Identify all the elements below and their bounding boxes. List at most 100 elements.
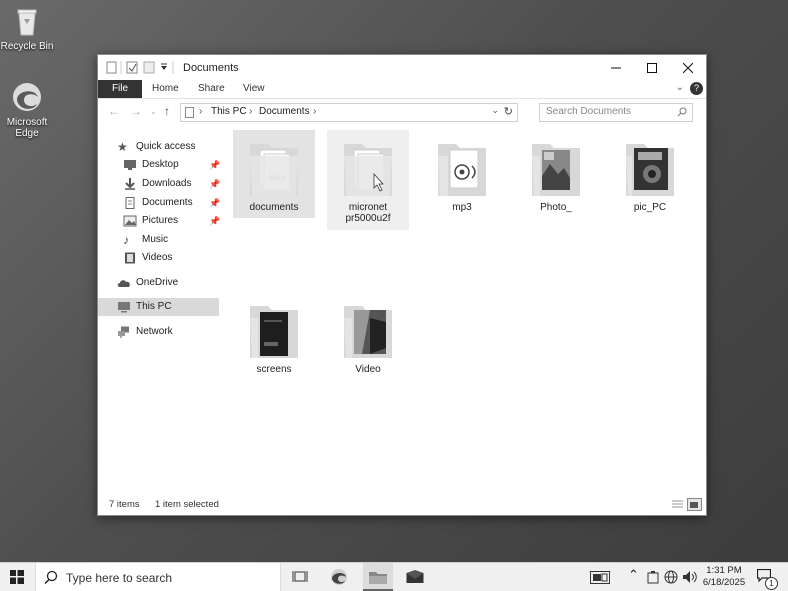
breadcrumb-documents[interactable]: Documents — [259, 106, 310, 117]
desktop-icon-edge[interactable]: Microsoft Edge — [0, 80, 57, 139]
expand-ribbon-icon[interactable]: ⌄ — [676, 82, 684, 93]
windows-start-icon[interactable] — [10, 570, 24, 584]
desktop-icon — [124, 160, 136, 170]
clock-time: 1:31 PM — [706, 565, 742, 576]
sidebar-item-pictures[interactable]: Pictures 📌 — [123, 212, 220, 230]
up-arrow-icon[interactable]: ↑ — [164, 104, 170, 118]
notification-count-badge: 1 — [765, 577, 778, 590]
address-dropdown-icon[interactable]: ⌄ — [491, 105, 499, 116]
sidebar-item-label: This PC — [136, 301, 172, 312]
cloud-icon — [117, 280, 130, 287]
minimize-button[interactable] — [598, 55, 634, 80]
star-icon: ★ — [117, 140, 128, 154]
large-icons-view-icon[interactable] — [687, 498, 702, 511]
notification-center-button[interactable]: 1 — [756, 568, 778, 590]
mail-icon[interactable] — [406, 570, 424, 584]
folder-item[interactable]: screens — [233, 292, 315, 380]
window-title: Documents — [183, 62, 239, 74]
folder-item[interactable]: Photo_ — [515, 130, 597, 218]
edge-icon — [13, 83, 41, 111]
meet-now-icon[interactable] — [590, 571, 610, 584]
status-bar: 7 items 1 item selected — [98, 495, 706, 515]
folder-name: screens — [256, 364, 292, 375]
folder-item[interactable]: Video — [327, 292, 409, 380]
item-count: 7 items — [109, 499, 140, 510]
document-icon — [125, 197, 135, 209]
file-explorer-taskbar-button[interactable] — [363, 563, 393, 591]
taskbar-search-box[interactable]: Type here to search — [35, 563, 281, 591]
sidebar-item-label: Videos — [142, 252, 173, 263]
close-icon — [683, 62, 693, 73]
file-list: DOCX documents micronet pr5000u2f — [224, 129, 706, 489]
breadcrumb-this-pc[interactable]: This PC — [211, 106, 247, 117]
quick-access-toolbar-icon[interactable] — [106, 61, 176, 74]
system-clock[interactable]: 1:31 PM 6/18/2025 — [698, 565, 750, 589]
search-box[interactable]: Search Documents — [539, 103, 693, 122]
sidebar-item-documents[interactable]: Documents 📌 — [123, 194, 221, 212]
sidebar-item-downloads[interactable]: Downloads 📌 — [123, 175, 220, 193]
sidebar-item-label: Documents — [142, 197, 193, 208]
search-input[interactable]: Search Documents — [546, 106, 631, 117]
folder-item[interactable]: DOCX documents — [233, 130, 315, 218]
close-button[interactable] — [670, 55, 706, 80]
download-icon — [125, 178, 135, 190]
desktop-icon-recycle-bin[interactable]: Recycle Bin — [0, 4, 57, 52]
folder-name: mp3 — [452, 202, 472, 213]
maximize-icon — [647, 62, 657, 73]
folder-icon — [344, 306, 392, 358]
help-icon[interactable]: ? — [690, 82, 703, 95]
folder-item[interactable]: mp3 — [421, 130, 503, 218]
network-icon — [118, 326, 129, 338]
refresh-icon[interactable]: ↻ — [504, 105, 513, 118]
forward-arrow-icon[interactable]: → — [130, 104, 142, 118]
volume-icon[interactable] — [682, 570, 698, 584]
pictures-icon — [123, 215, 137, 227]
tab-view[interactable]: View — [243, 80, 265, 98]
battery-icon[interactable] — [647, 570, 659, 584]
folder-name: Video — [355, 364, 381, 375]
search-icon — [44, 570, 58, 584]
this-pc-small-icon — [185, 107, 194, 118]
recent-chevron-icon[interactable]: ⌄ — [150, 107, 157, 116]
tab-home[interactable]: Home — [152, 80, 179, 98]
clock-date: 6/18/2025 — [702, 577, 746, 588]
recycle-bin-label: Recycle Bin — [0, 41, 54, 52]
search-icon — [677, 107, 687, 117]
show-hidden-icons-icon[interactable]: ⌃ — [628, 567, 639, 583]
minimize-icon — [611, 67, 621, 68]
maximize-button[interactable] — [634, 55, 670, 80]
sidebar-item-desktop[interactable]: Desktop 📌 — [123, 156, 221, 174]
tab-file[interactable]: File — [98, 80, 142, 98]
tab-share[interactable]: Share — [198, 80, 225, 98]
sidebar-item-label: Pictures — [142, 215, 179, 226]
edge-label: Microsoft Edge — [6, 117, 48, 139]
folder-item[interactable]: pic_PC — [609, 130, 691, 218]
address-bar[interactable]: › This PC › Documents › ⌄ ↻ — [180, 103, 518, 122]
sidebar-item-videos[interactable]: Videos — [123, 249, 217, 267]
pin-icon: 📌 — [209, 160, 221, 170]
network-globe-icon[interactable] — [664, 570, 678, 584]
sidebar-item-network[interactable]: Network — [117, 323, 217, 341]
folder-icon — [250, 306, 298, 358]
folder-name: Photo_ — [540, 202, 572, 213]
sidebar-item-onedrive[interactable]: OneDrive — [117, 274, 217, 292]
sidebar-item-label: Music — [142, 234, 169, 245]
folder-name: micronet pr5000u2f — [345, 202, 391, 224]
folder-icon — [626, 144, 674, 196]
back-arrow-icon[interactable]: ← — [108, 104, 120, 118]
title-bar: Documents — [98, 55, 706, 80]
file-explorer-window: Documents File Home Share View ⌄ ? ← → ⌄… — [97, 54, 707, 516]
task-view-icon[interactable] — [292, 570, 308, 584]
sidebar-item-music[interactable]: ♪ Music — [123, 231, 217, 249]
details-view-icon[interactable] — [671, 499, 684, 510]
pin-icon: 📌 — [209, 198, 221, 208]
taskbar-search-input[interactable]: Type here to search — [66, 571, 172, 585]
sidebar-item-quick-access[interactable]: ★ Quick access — [117, 138, 217, 156]
address-row: ← → ⌄ ↑ › This PC › Documents › ⌄ ↻ Sear… — [98, 98, 706, 125]
taskbar: Type here to search ⌃ 1:31 PM 6/18/2025 … — [0, 562, 788, 591]
edge-taskbar-icon[interactable] — [330, 568, 348, 586]
folder-icon — [344, 144, 392, 196]
folder-item[interactable]: micronet pr5000u2f — [327, 130, 409, 230]
sidebar-item-this-pc[interactable]: This PC — [98, 298, 219, 316]
breadcrumb-separator-icon: › — [199, 106, 203, 117]
